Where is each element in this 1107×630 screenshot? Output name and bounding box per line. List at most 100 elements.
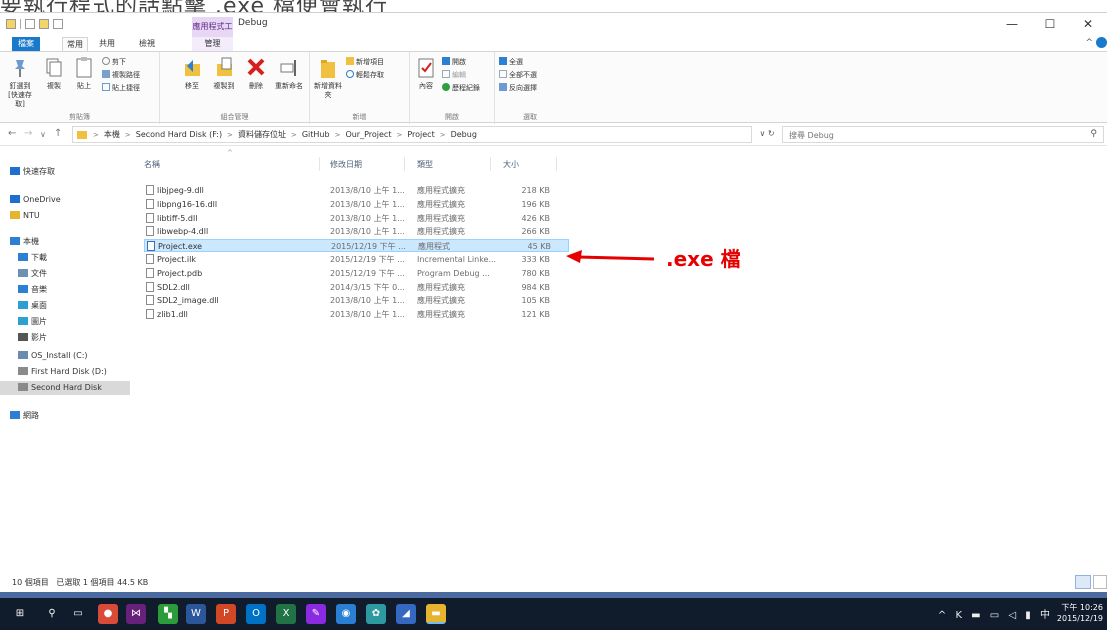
chevron-right-icon[interactable]: > <box>90 131 102 139</box>
recent-locations-button[interactable]: ∨ <box>40 130 46 139</box>
tray-icons[interactable]: ^ K ▬ ▭ ◁ ▮ 中 <box>938 606 1053 621</box>
table-row[interactable]: libwebp-4.dll 2013/8/10 上午 1... 應用程式擴充 266 … <box>144 225 569 238</box>
chevron-right-icon[interactable]: > <box>288 131 300 139</box>
excel-icon[interactable]: X <box>276 604 296 624</box>
windows-start-icon[interactable]: ⊞ <box>10 604 30 624</box>
properties-button[interactable]: 內容 <box>412 56 440 91</box>
file-explorer-icon[interactable]: ▬ <box>426 604 446 624</box>
table-row[interactable]: SDL2.dll 2014/3/15 下午 0... 應用程式擴充 984 KB <box>144 281 569 294</box>
table-row[interactable]: zlib1.dll 2013/8/10 上午 1... 應用程式擴充 121 KB <box>144 308 569 321</box>
folder-icon[interactable] <box>6 19 16 29</box>
ribbon-collapse-button[interactable]: ^ <box>1085 38 1093 48</box>
table-row[interactable]: SDL2_image.dll 2013/8/10 上午 1... 應用程式擴充 105… <box>144 294 569 307</box>
media-icon[interactable]: ◢ <box>396 604 416 624</box>
table-row[interactable]: Project.exe 2015/12/19 下午 ... 應用程式 45 KB <box>144 239 569 253</box>
paste-button[interactable]: 貼上 <box>70 56 98 91</box>
invert-selection-button[interactable]: 反向選擇 <box>499 82 537 94</box>
breadcrumb-item[interactable]: 資料儲存位址 <box>236 129 288 140</box>
column-header-type[interactable]: 類型 <box>417 159 433 170</box>
chevron-right-icon[interactable]: > <box>437 131 449 139</box>
column-divider[interactable] <box>490 157 491 171</box>
open-button[interactable]: 開啟 <box>442 56 466 68</box>
address-box[interactable]: > 本機 > Second Hard Disk (F:) > 資料儲存位址 > … <box>72 126 752 143</box>
sidebar-item[interactable]: NTU <box>0 209 130 223</box>
powerpoint-icon[interactable]: P <box>216 604 236 624</box>
breadcrumb-item[interactable]: Project <box>405 130 436 139</box>
visual-studio-icon[interactable]: ⋈ <box>126 604 146 624</box>
large-icons-view-button[interactable] <box>1093 575 1107 589</box>
column-divider[interactable] <box>319 157 320 171</box>
sidebar-item[interactable]: 圖片 <box>0 315 130 329</box>
select-none-button[interactable]: 全部不選 <box>499 69 537 81</box>
tab-home[interactable]: 常用 <box>62 37 88 51</box>
sidebar-item[interactable]: 影片 <box>0 331 130 345</box>
chrome-icon[interactable]: ● <box>98 604 118 624</box>
sidebar-item[interactable]: Second Hard Disk <box>0 381 130 395</box>
copy-path-button[interactable]: 複製路徑 <box>102 69 140 81</box>
breadcrumb-item[interactable]: 本機 <box>102 129 122 140</box>
move-to-button[interactable]: 移至 <box>178 56 206 91</box>
sidebar-item[interactable]: 網路 <box>0 409 130 423</box>
search-icon[interactable]: ⚲ <box>1090 129 1097 139</box>
sidebar-item[interactable]: 文件 <box>0 267 130 281</box>
maximize-button[interactable]: ☐ <box>1031 13 1069 37</box>
history-button[interactable]: 歷程紀錄 <box>442 82 480 94</box>
app-grid-icon[interactable]: ▚ <box>158 604 178 624</box>
table-row[interactable]: Project.pdb 2015/12/19 下午 ... Program Debu… <box>144 267 569 280</box>
select-all-button[interactable]: 全選 <box>499 56 523 68</box>
chevron-right-icon[interactable]: > <box>332 131 344 139</box>
new-folder-icon[interactable] <box>39 19 49 29</box>
search-icon[interactable]: ⚲ <box>42 604 62 624</box>
tab-file[interactable]: 檔案 <box>12 37 40 51</box>
chevron-right-icon[interactable]: > <box>122 131 134 139</box>
column-header-date[interactable]: 修改日期 <box>330 159 362 170</box>
customize-toolbar-icon[interactable] <box>53 19 63 29</box>
table-row[interactable]: libpng16-16.dll 2013/8/10 上午 1... 應用程式擴充 19… <box>144 198 569 211</box>
easy-access-button[interactable]: 輕鬆存取 <box>346 69 384 81</box>
new-folder-button[interactable]: 新增資料夾 <box>312 56 344 100</box>
table-row[interactable]: Project.ilk 2015/12/19 下午 ... Incremental … <box>144 253 569 266</box>
close-button[interactable]: ✕ <box>1069 13 1107 37</box>
help-icon[interactable] <box>1096 37 1107 48</box>
breadcrumb-item-current[interactable]: Debug <box>449 130 479 139</box>
table-row[interactable]: libjpeg-9.dll 2013/8/10 上午 1... 應用程式擴充 218 … <box>144 184 569 197</box>
table-row[interactable]: libtiff-5.dll 2013/8/10 上午 1... 應用程式擴充 426 … <box>144 212 569 225</box>
sidebar-item[interactable]: 下載 <box>0 251 130 265</box>
chevron-right-icon[interactable]: > <box>224 131 236 139</box>
sidebar-item[interactable]: OS_Install (C:) <box>0 349 130 363</box>
sidebar-item[interactable]: First Hard Disk (D:) <box>0 365 130 379</box>
paste-shortcut-button[interactable]: 貼上捷徑 <box>102 82 140 94</box>
sidebar-item[interactable]: 本機 <box>0 235 130 249</box>
address-dropdown-button[interactable]: ∨ <box>759 129 765 138</box>
tab-view[interactable]: 檢視 <box>134 37 160 51</box>
up-button[interactable]: ↑ <box>54 128 62 139</box>
outlook-icon[interactable]: O <box>246 604 266 624</box>
refresh-button[interactable]: ↻ <box>768 129 775 138</box>
chevron-right-icon[interactable]: > <box>393 131 405 139</box>
pin-quick-access-button[interactable]: 釘選到 [快速存取] <box>4 56 36 109</box>
column-divider[interactable] <box>404 157 405 171</box>
column-header-name[interactable]: 名稱 <box>144 159 160 170</box>
edit-button[interactable]: 編輯 <box>442 69 466 81</box>
new-item-button[interactable]: 新增項目 <box>346 56 384 68</box>
sidebar-item[interactable]: OneDrive <box>0 193 130 207</box>
word-icon[interactable]: W <box>186 604 206 624</box>
sidebar-item[interactable]: 快速存取 <box>0 165 130 179</box>
sidebar-item[interactable]: 音樂 <box>0 283 130 297</box>
back-button[interactable]: ← <box>8 128 16 139</box>
task-view-icon[interactable]: ▭ <box>68 604 88 624</box>
network-app-icon[interactable]: ✿ <box>366 604 386 624</box>
cut-button[interactable]: 剪下 <box>102 56 126 68</box>
column-divider[interactable] <box>556 157 557 171</box>
minimize-button[interactable]: — <box>993 13 1031 37</box>
pen-icon[interactable]: ✎ <box>306 604 326 624</box>
paint-icon[interactable]: ◉ <box>336 604 356 624</box>
delete-button[interactable]: 刪除 <box>242 56 270 91</box>
breadcrumb-item[interactable]: GitHub <box>300 130 332 139</box>
forward-button[interactable]: → <box>24 128 32 139</box>
copy-to-button[interactable]: 複製到 <box>210 56 238 91</box>
clock[interactable]: 下午 10:26 2015/12/19 <box>1055 602 1103 624</box>
sidebar-item[interactable]: 桌面 <box>0 299 130 313</box>
tab-manage[interactable]: 管理 <box>192 37 233 51</box>
column-header-size[interactable]: 大小 <box>503 159 519 170</box>
